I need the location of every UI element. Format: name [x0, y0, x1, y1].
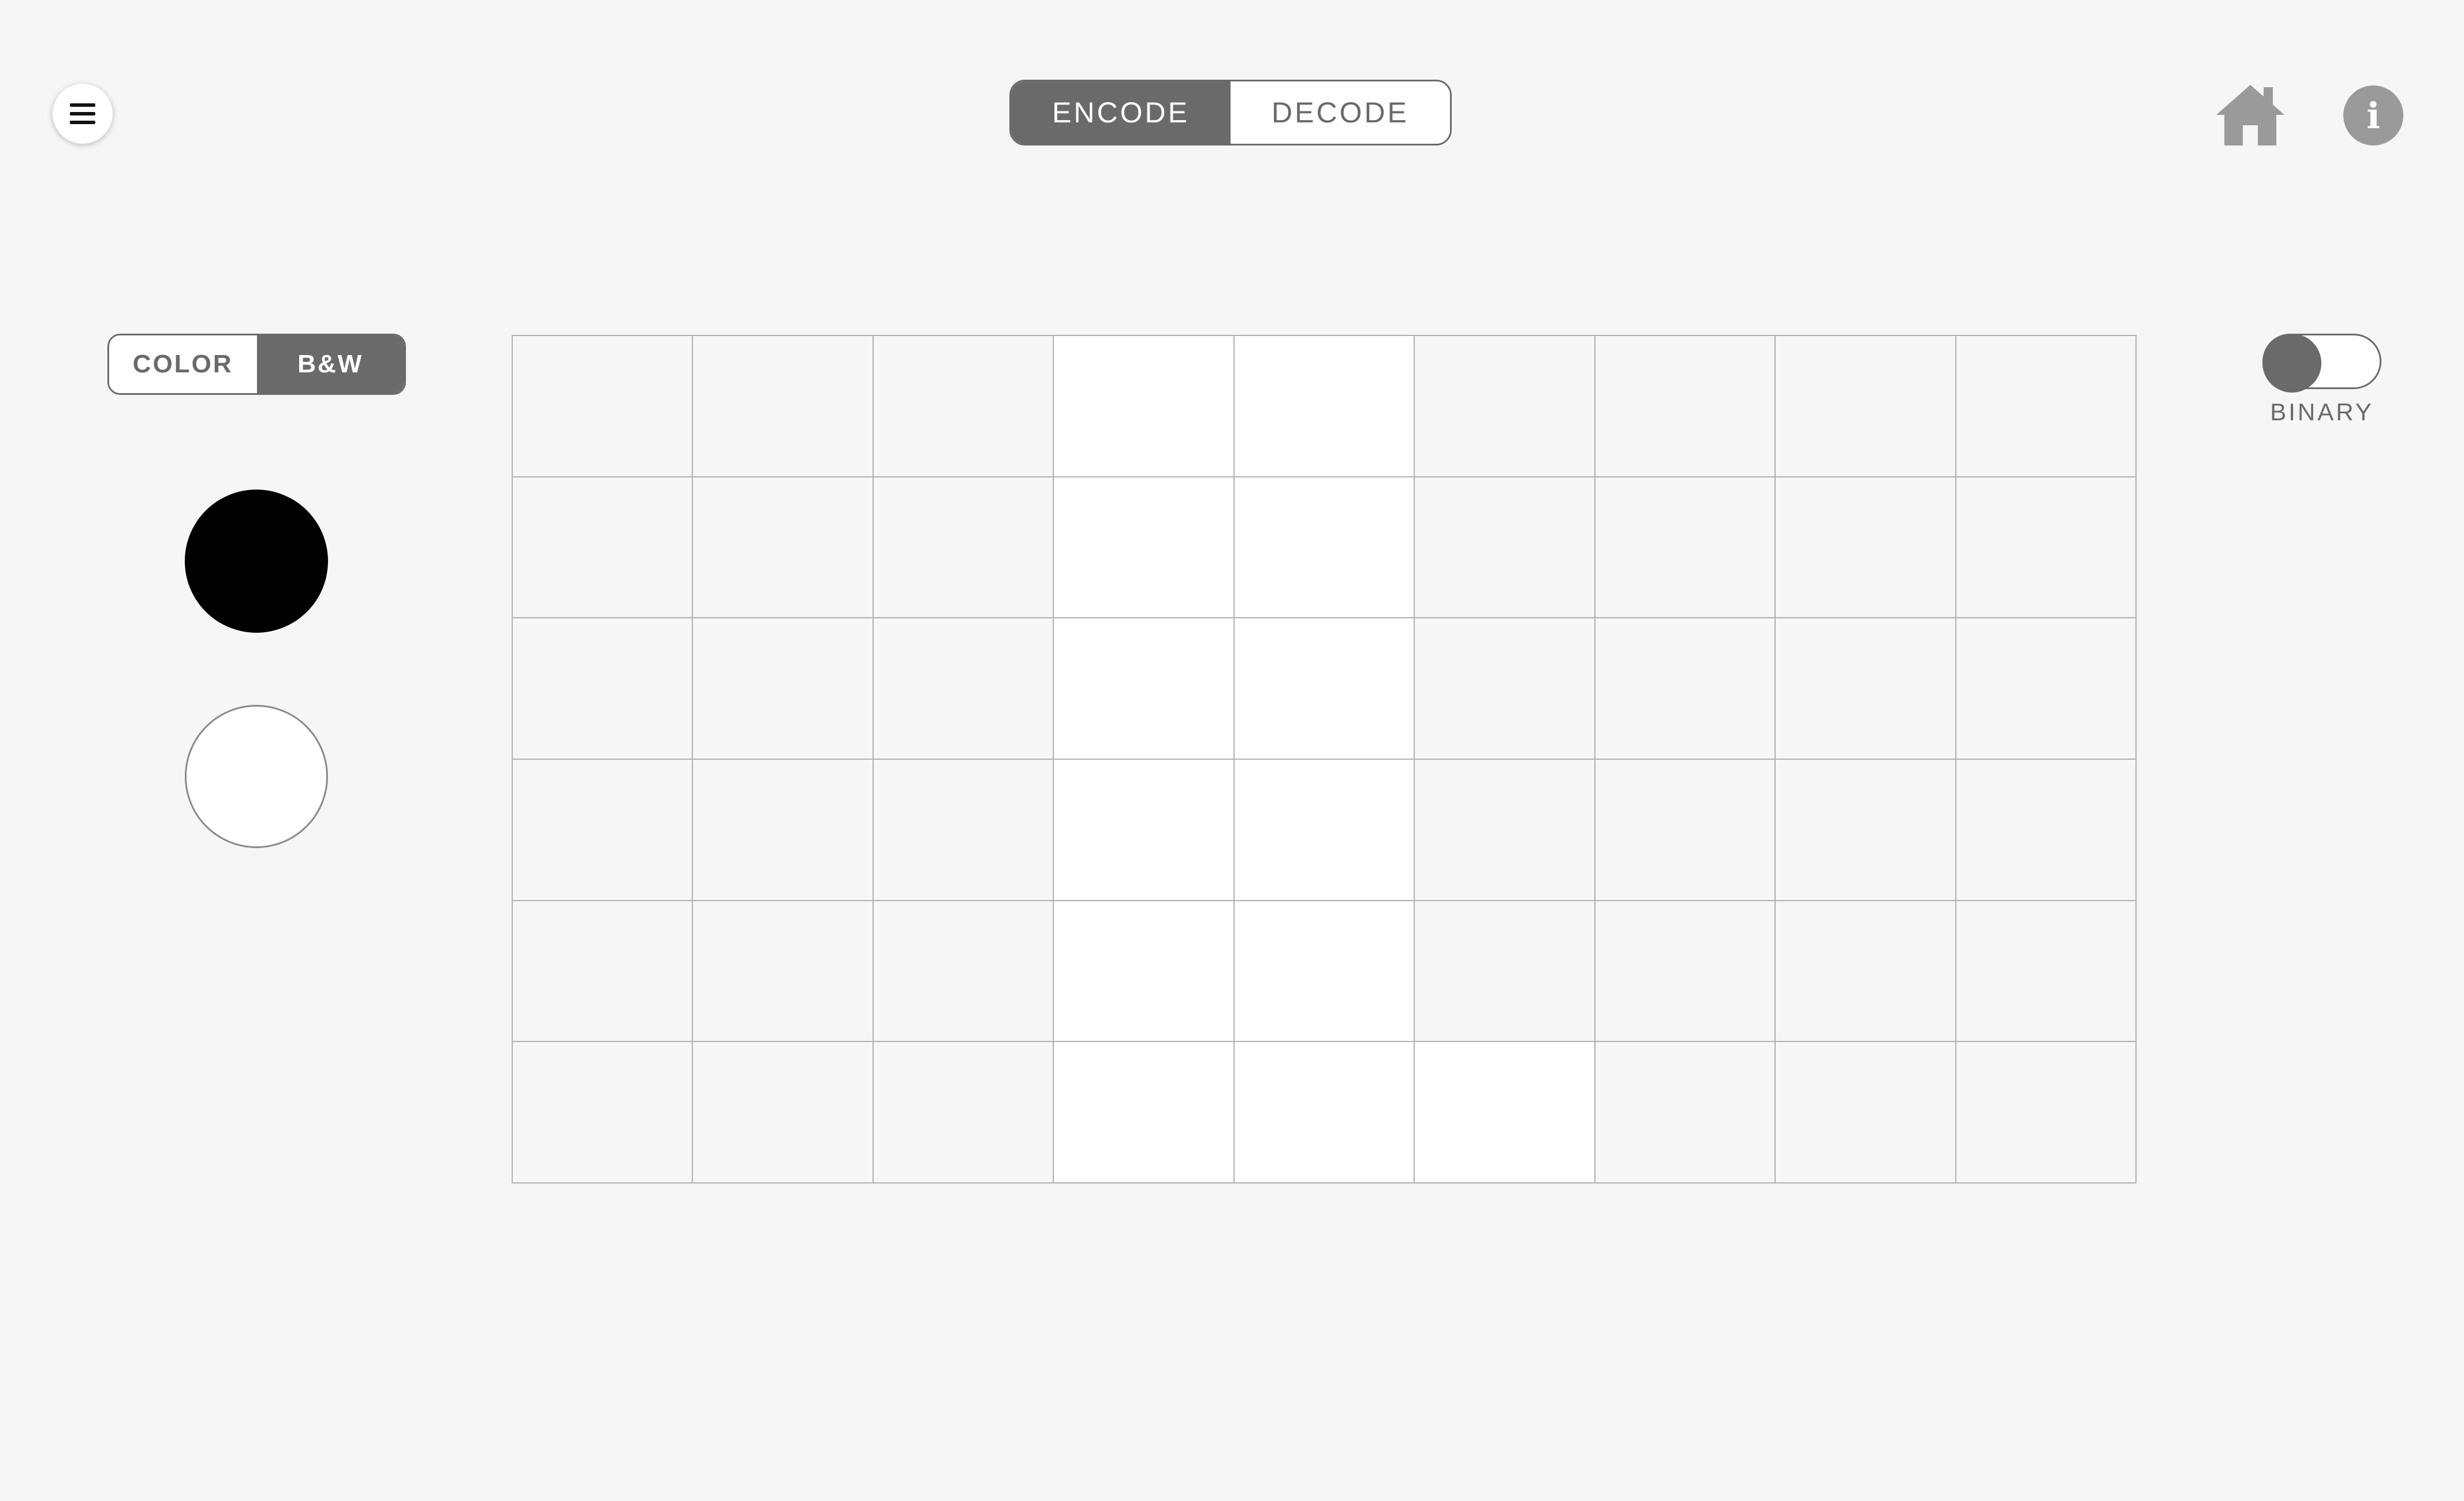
binary-label: BINARY: [2270, 398, 2374, 425]
black-swatch[interactable]: [185, 490, 328, 633]
tab-color[interactable]: COLOR: [109, 335, 257, 393]
grid-cell[interactable]: [1776, 336, 1956, 477]
grid-cell[interactable]: [693, 477, 874, 619]
grid-cell[interactable]: [1054, 760, 1235, 901]
grid-cell[interactable]: [1234, 1042, 1415, 1183]
grid-cell[interactable]: [1234, 336, 1415, 477]
grid-cell[interactable]: [1776, 477, 1956, 619]
grid-cell[interactable]: [1956, 760, 2137, 901]
grid-cell[interactable]: [1956, 618, 2137, 760]
grid-cell[interactable]: [513, 336, 694, 477]
white-swatch[interactable]: [185, 705, 328, 848]
info-icon: i: [2366, 94, 2380, 137]
grid-cell[interactable]: [693, 336, 874, 477]
binary-toggle[interactable]: [2262, 334, 2381, 393]
tab-bw[interactable]: B&W: [256, 335, 404, 393]
grid-cell[interactable]: [1595, 477, 1776, 619]
grid-cell[interactable]: [693, 618, 874, 760]
grid-cell[interactable]: [513, 477, 694, 619]
grid-cell[interactable]: [1415, 760, 1596, 901]
grid-cell[interactable]: [1054, 618, 1235, 760]
app-screen: ENCODE DECODE i COLOR B&W BINARY: [0, 0, 2464, 1501]
grid-cell[interactable]: [873, 760, 1054, 901]
grid-cell[interactable]: [873, 901, 1054, 1043]
grid-cell[interactable]: [873, 1042, 1054, 1183]
grid-cell[interactable]: [1956, 336, 2137, 477]
grid-cell[interactable]: [1234, 477, 1415, 619]
grid-cell[interactable]: [1054, 901, 1235, 1043]
grid-cell[interactable]: [1595, 901, 1776, 1043]
grid-cell[interactable]: [873, 618, 1054, 760]
grid-cell[interactable]: [693, 901, 874, 1043]
grid-cell[interactable]: [1415, 901, 1596, 1043]
grid-cell[interactable]: [1776, 618, 1956, 760]
grid-cell[interactable]: [1776, 901, 1956, 1043]
grid-cell[interactable]: [513, 901, 694, 1043]
home-button[interactable]: [2216, 85, 2284, 145]
grid-cell[interactable]: [513, 760, 694, 901]
tab-encode[interactable]: ENCODE: [1011, 81, 1231, 144]
grid-cell[interactable]: [1956, 901, 2137, 1043]
grid-cell[interactable]: [513, 618, 694, 760]
grid-cell[interactable]: [1415, 618, 1596, 760]
grid-cell[interactable]: [1234, 760, 1415, 901]
pixel-grid: [512, 335, 2137, 1183]
hamburger-icon: [70, 103, 95, 124]
grid-cell[interactable]: [1776, 760, 1956, 901]
grid-cell[interactable]: [1054, 336, 1235, 477]
grid-cell[interactable]: [1415, 1042, 1596, 1183]
grid-cell[interactable]: [1054, 477, 1235, 619]
grid-cell[interactable]: [1234, 618, 1415, 760]
grid-cell[interactable]: [1595, 1042, 1776, 1183]
tab-decode[interactable]: DECODE: [1231, 81, 1450, 144]
grid-cell[interactable]: [693, 1042, 874, 1183]
grid-cell[interactable]: [1956, 1042, 2137, 1183]
grid-cell[interactable]: [873, 336, 1054, 477]
info-button[interactable]: i: [2343, 85, 2403, 145]
grid-cell[interactable]: [1234, 901, 1415, 1043]
grid-cell[interactable]: [1595, 760, 1776, 901]
menu-button[interactable]: [53, 84, 113, 144]
toggle-knob: [2262, 334, 2321, 393]
grid-cell[interactable]: [1595, 618, 1776, 760]
grid-cell[interactable]: [1595, 336, 1776, 477]
grid-cell[interactable]: [693, 760, 874, 901]
grid-cell[interactable]: [1415, 477, 1596, 619]
grid-cell[interactable]: [1776, 1042, 1956, 1183]
palette-toggle: COLOR B&W: [107, 334, 406, 395]
grid-cell[interactable]: [513, 1042, 694, 1183]
grid-cell[interactable]: [873, 477, 1054, 619]
home-icon: [2216, 85, 2284, 145]
mode-toggle: ENCODE DECODE: [1009, 80, 1452, 145]
grid-cell[interactable]: [1415, 336, 1596, 477]
grid-cell[interactable]: [1054, 1042, 1235, 1183]
grid-cell[interactable]: [1956, 477, 2137, 619]
